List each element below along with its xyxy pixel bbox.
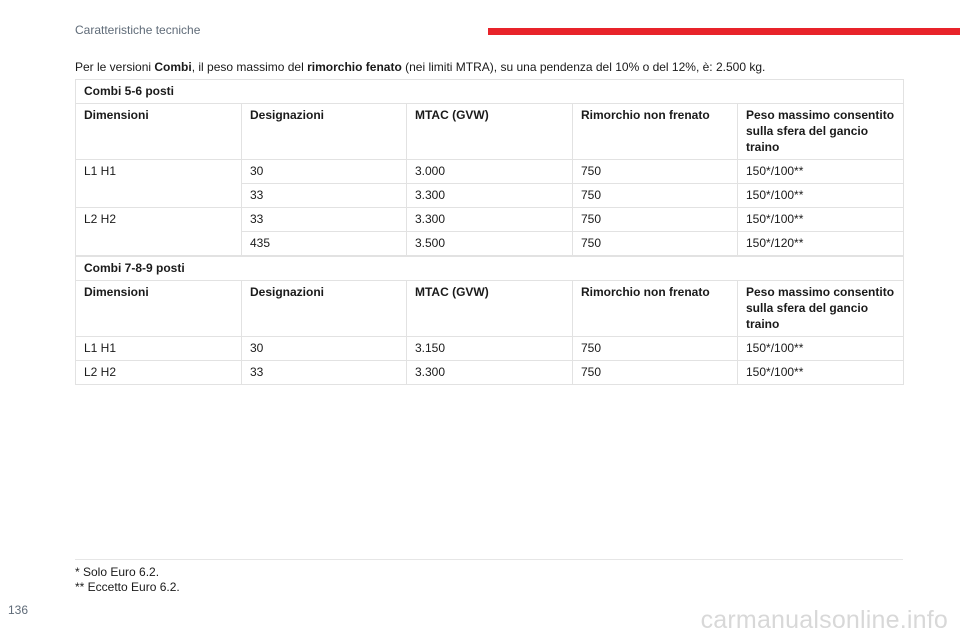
table-row: L2 H2 33 3.300 750 150*/100** — [75, 207, 905, 256]
cell-mtac: 3.000 — [406, 159, 573, 184]
cell-designazioni: 435 — [241, 231, 407, 256]
section-accent-bar — [488, 28, 960, 35]
intro-text-3: (nei limiti MTRA), su una pendenza del 1… — [401, 60, 766, 74]
cell-designazioni: 33 — [241, 360, 407, 385]
footnote-divider — [75, 559, 903, 560]
col-header-mtac: MTAC (GVW) — [406, 103, 573, 160]
cell-designazioni: 33 — [241, 183, 407, 208]
cell-mtac: 3.300 — [406, 360, 573, 385]
col-header-dimensioni: Dimensioni — [75, 280, 242, 337]
footnote-except-euro-6-2: ** Eccetto Euro 6.2. — [75, 580, 180, 594]
col-header-designazioni: Designazioni — [241, 280, 407, 337]
intro-bold-combi: Combi — [154, 60, 192, 74]
table-row: L1 H1 30 3.000 750 150*/100** — [75, 159, 905, 208]
cell-designazioni: 33 — [241, 207, 407, 232]
intro-text-2: , il peso massimo del — [191, 60, 308, 74]
cell-dimensioni: L1 H1 — [75, 159, 242, 208]
cell-mtac: 3.300 — [406, 183, 573, 208]
col-header-rimorchio: Rimorchio non frenato — [572, 103, 738, 160]
cell-peso-sfera: 150*/100** — [736, 360, 905, 385]
cell-rimorchio: 750 — [572, 336, 738, 361]
col-header-mtac: MTAC (GVW) — [406, 280, 573, 337]
table-row: L1 H1 30 3.150 750 150*/100** — [75, 336, 905, 361]
cell-peso-sfera: 150*/100** — [736, 336, 905, 361]
page-number: 136 — [8, 603, 29, 617]
footnote-euro-6-2-only: * Solo Euro 6.2. — [75, 565, 160, 579]
combi-5-6-table: Combi 5-6 posti Dimensioni Designazioni … — [74, 79, 905, 256]
cell-peso-sfera: 150*/120** — [736, 231, 905, 256]
intro-bold-trailer: rimorchio fenato — [307, 60, 402, 74]
table-row: L2 H2 33 3.300 750 150*/100** — [75, 360, 905, 385]
cell-designazioni: 30 — [241, 336, 407, 361]
cell-designazioni: 30 — [241, 159, 407, 184]
cell-rimorchio: 750 — [572, 360, 738, 385]
cell-rimorchio: 750 — [572, 207, 738, 232]
col-header-designazioni: Designazioni — [241, 103, 407, 160]
cell-rimorchio: 750 — [572, 159, 738, 184]
intro-paragraph: Per le versioni Combi, il peso massimo d… — [75, 59, 905, 75]
col-header-peso-sfera: Peso massimo consentito sulla sfera del … — [736, 103, 905, 160]
combi-7-8-9-table: Combi 7-8-9 posti Dimensioni Designazion… — [74, 256, 905, 385]
col-header-dimensioni: Dimensioni — [75, 103, 242, 160]
cell-peso-sfera: 150*/100** — [736, 183, 905, 208]
cell-dimensioni: L1 H1 — [75, 336, 242, 361]
cell-mtac: 3.500 — [406, 231, 573, 256]
col-header-rimorchio: Rimorchio non frenato — [572, 280, 738, 337]
cell-dimensioni: L2 H2 — [75, 207, 242, 256]
cell-peso-sfera: 150*/100** — [736, 159, 905, 184]
cell-peso-sfera: 150*/100** — [736, 207, 905, 232]
table-title: Combi 5-6 posti — [74, 79, 905, 104]
col-header-peso-sfera: Peso massimo consentito sulla sfera del … — [736, 280, 905, 337]
table-title: Combi 7-8-9 posti — [74, 256, 905, 281]
cell-rimorchio: 750 — [572, 231, 738, 256]
cell-dimensioni: L2 H2 — [75, 360, 242, 385]
watermark: carmanualsonline.info — [700, 606, 948, 634]
cell-mtac: 3.150 — [406, 336, 573, 361]
cell-rimorchio: 750 — [572, 183, 738, 208]
section-title: Caratteristiche tecniche — [75, 23, 201, 37]
intro-text-1: Per le versioni — [75, 60, 155, 74]
cell-mtac: 3.300 — [406, 207, 573, 232]
